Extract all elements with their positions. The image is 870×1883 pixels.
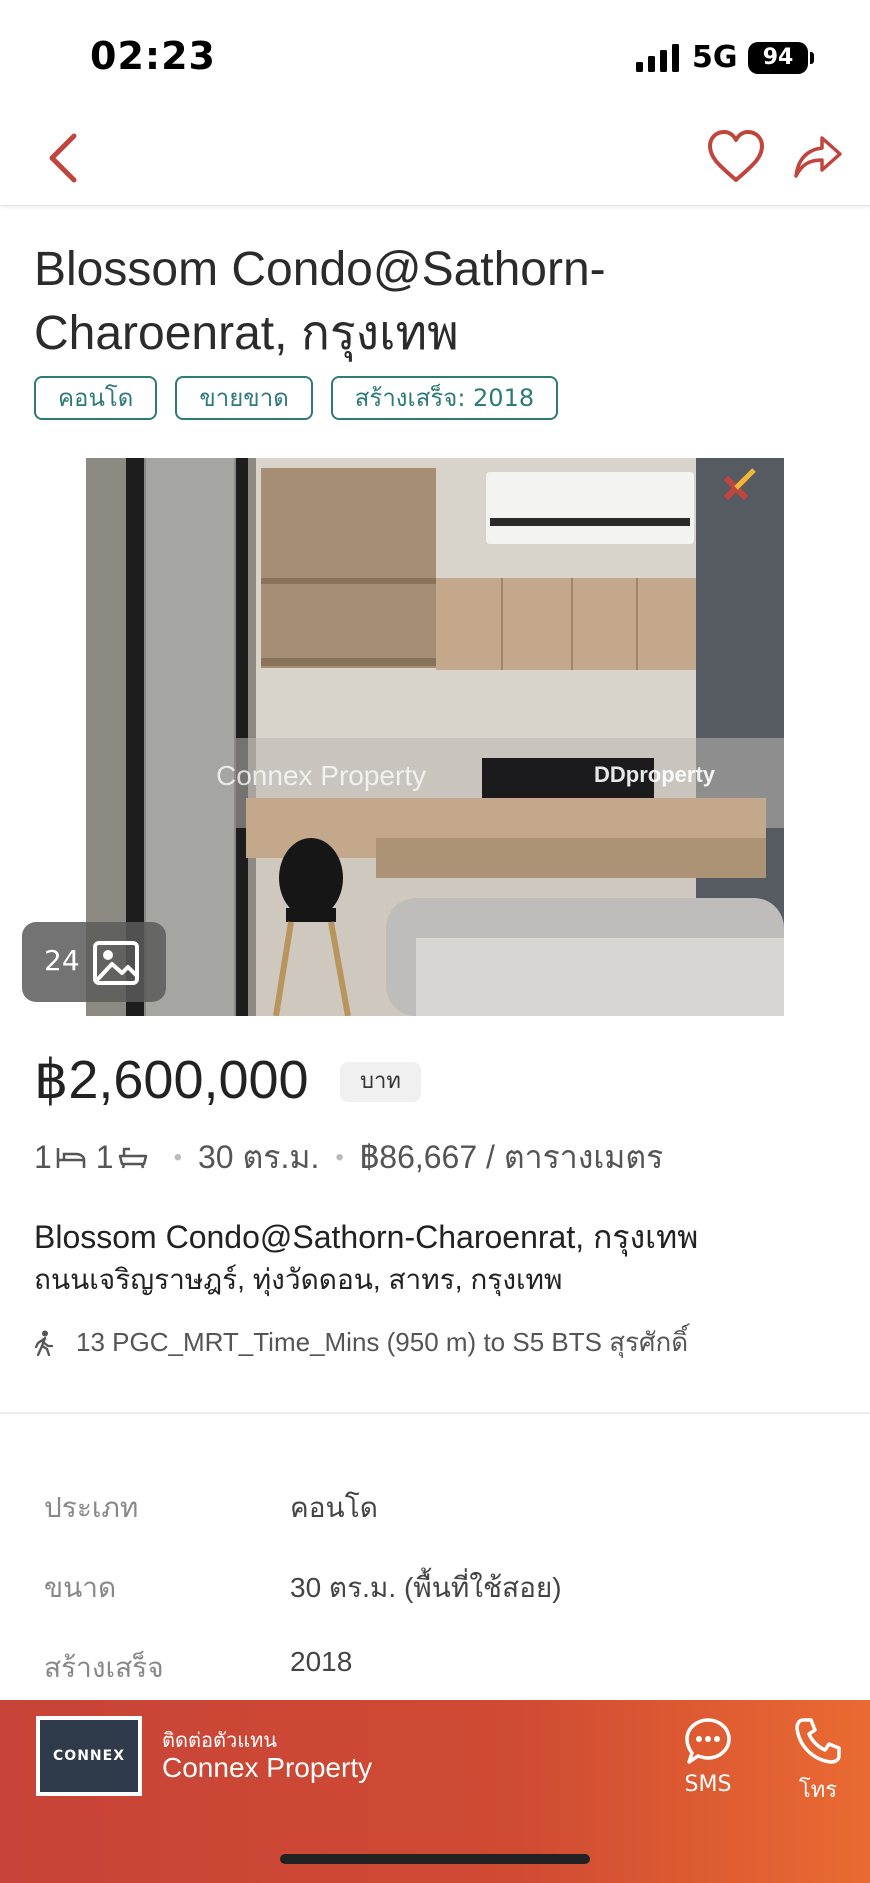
address-subtitle: ถนนเจริญราษฎร์, ทุ่งวัดดอน, สาทร, กรุงเท… (34, 1264, 563, 1295)
share-icon[interactable] (792, 132, 844, 182)
network-type: 5G (692, 40, 738, 75)
back-chevron-icon[interactable] (40, 130, 88, 186)
signal-icon (636, 44, 679, 72)
watermark-site: DDproperty (594, 762, 716, 787)
specs-separator: • (335, 1143, 344, 1171)
tag-tenure: ขายขาด (175, 376, 313, 420)
listing-tags: คอนโด ขายขาด สร้างเสร็จ: 2018 (34, 376, 559, 420)
top-nav-bar (0, 110, 870, 206)
bedroom-count: 1 (34, 1139, 52, 1175)
walking-icon (34, 1330, 54, 1356)
address-title: Blossom Condo@Sathorn-Charoenrat, กรุงเท… (34, 1219, 699, 1255)
chat-bubble-icon (685, 1718, 731, 1764)
transit-info: 13 PGC_MRT_Time_Mins (950 m) to S5 BTS ส… (34, 1322, 688, 1363)
detail-key: สร้างเสร็จ (44, 1652, 164, 1683)
phone-icon (795, 1718, 841, 1764)
price-per-sqm: ฿86,667 / ตารางเมตร (359, 1139, 664, 1175)
listing-specs: 1 1 • 30 ตร.ม. • ฿86,667 / ตารางเมตร (34, 1132, 663, 1183)
detail-value: คอนโด (290, 1492, 378, 1523)
image-gallery-icon (93, 941, 139, 985)
status-bar: 02:23 5G 94 (0, 0, 870, 110)
call-button[interactable]: โทร (790, 1716, 846, 1807)
transit-text: 13 PGC_MRT_Time_Mins (950 m) to S5 BTS ส… (76, 1327, 689, 1357)
detail-value: 2018 (290, 1646, 353, 1677)
status-time: 02:23 (90, 34, 216, 78)
sms-button[interactable]: SMS (680, 1716, 736, 1797)
battery-tip (810, 52, 814, 64)
listing-price: ฿2,600,000 (34, 1050, 309, 1110)
detail-key: ขนาด (44, 1572, 117, 1603)
photo-count: 24 (44, 944, 80, 977)
agent-logo: CONNEX (36, 1716, 142, 1796)
tag-completed: สร้างเสร็จ: 2018 (330, 376, 559, 420)
floor-area: 30 ตร.ม. (198, 1139, 320, 1175)
home-indicator[interactable] (280, 1854, 590, 1864)
detail-key: ประเภท (44, 1492, 139, 1523)
call-label: โทร (798, 1778, 838, 1803)
detail-value: 30 ตร.ม. (พื้นที่ใช้สอย) (290, 1572, 562, 1603)
listing-title: Blossom Condo@Sathorn-Charoenrat, กรุงเท… (34, 243, 606, 360)
agent-name[interactable]: Connex Property (162, 1752, 372, 1784)
watermark-agent: Connex Property (216, 760, 427, 791)
bathroom-count: 1 (95, 1139, 114, 1175)
heart-icon[interactable] (706, 128, 766, 186)
bath-icon (118, 1147, 147, 1168)
agent-logo-text: CONNEX (40, 1720, 138, 1792)
listing-photo[interactable]: Connex Property DDproperty (86, 458, 784, 1016)
specs-separator: • (173, 1143, 182, 1171)
section-divider (0, 1412, 870, 1414)
battery-icon: 94 (748, 42, 808, 74)
tag-property-type: คอนโด (34, 376, 158, 420)
room-photo-illustration (86, 458, 784, 1016)
photo-count-button[interactable]: 24 (22, 922, 166, 1002)
sms-label: SMS (684, 1772, 732, 1797)
bed-icon (56, 1147, 86, 1168)
currency-badge: บาท (340, 1062, 421, 1102)
